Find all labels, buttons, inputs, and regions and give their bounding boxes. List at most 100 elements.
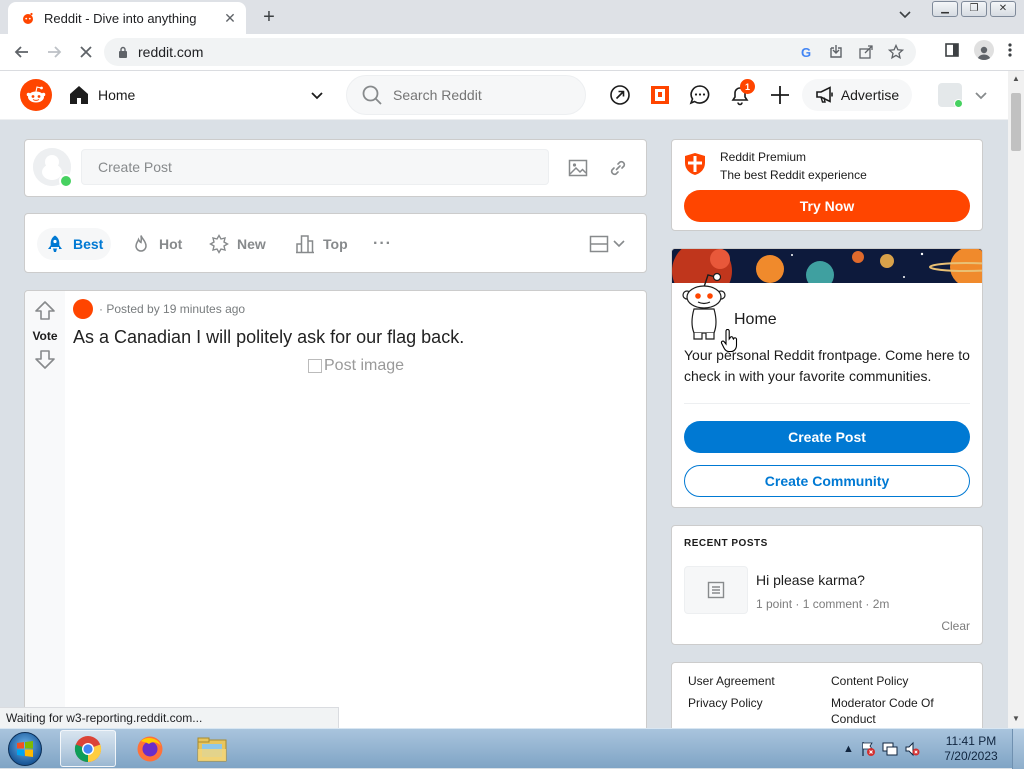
page-scrollbar[interactable]: ▲ ▼ — [1008, 71, 1024, 728]
premium-coin-icon — [651, 86, 669, 104]
network-icon[interactable] — [882, 741, 898, 757]
advertise-button[interactable]: Advertise — [802, 79, 912, 111]
upvote-arrow-icon[interactable] — [33, 299, 57, 323]
vote-column: Vote — [25, 291, 65, 728]
search-input[interactable] — [391, 86, 575, 104]
recent-post-title[interactable]: Hi please karma? — [756, 572, 865, 588]
taskbar-clock[interactable]: 11:41 PM 7/20/2023 — [936, 734, 1006, 764]
chrome-icon — [74, 735, 102, 762]
create-community-button[interactable]: Create Community — [684, 465, 970, 497]
privacy-policy-link[interactable]: Privacy Policy — [688, 695, 763, 711]
downvote-arrow-icon[interactable] — [33, 347, 57, 371]
tab-search-chevron-icon[interactable] — [895, 7, 915, 22]
online-status-dot — [59, 174, 73, 188]
tray-overflow-icon[interactable]: ▲ — [843, 743, 854, 755]
clear-recent-button[interactable]: Clear — [941, 619, 970, 633]
volume-muted-icon[interactable] — [904, 741, 920, 757]
rocket-icon — [48, 235, 62, 252]
reddit-header: Home 1 Advert — [0, 71, 1008, 120]
moderator-code-link[interactable]: Moderator Code Of Conduct — [831, 695, 961, 727]
show-desktop-button[interactable] — [1012, 729, 1024, 769]
windows-taskbar: ▲ 11:41 PM 7/20/2023 — [0, 728, 1024, 769]
google-icon[interactable]: G — [800, 45, 814, 59]
scrollbar-thumb[interactable] — [1011, 93, 1021, 151]
subreddit-icon[interactable] — [73, 299, 93, 319]
tab-close-icon[interactable]: ✕ — [222, 10, 238, 27]
view-layout-dropdown[interactable] — [581, 228, 641, 260]
sort-new[interactable]: New — [201, 228, 274, 260]
create-post-input[interactable]: Create Post — [81, 149, 549, 185]
user-agreement-link[interactable]: User Agreement — [688, 673, 775, 689]
chat-icon — [689, 85, 710, 105]
coins-button[interactable] — [644, 79, 676, 111]
footer-links-card: User Agreement Privacy Policy Content Po… — [671, 662, 983, 728]
sparkle-icon — [209, 234, 229, 254]
create-post-card: Create Post — [24, 139, 647, 197]
forward-button[interactable] — [42, 40, 66, 64]
create-post-plus-button[interactable] — [764, 79, 796, 111]
sort-hot[interactable]: Hot — [123, 228, 190, 260]
post-card[interactable]: Vote · Posted by 19 minutes ago As a Can… — [24, 290, 647, 728]
menu-dots-icon[interactable] — [1008, 42, 1012, 58]
create-post-button[interactable]: Create Post — [684, 421, 970, 453]
chat-button[interactable] — [684, 79, 716, 111]
share-icon[interactable] — [858, 44, 874, 60]
post-title[interactable]: As a Canadian I will politely ask for ou… — [73, 327, 464, 348]
scroll-up-arrow-icon[interactable]: ▲ — [1008, 74, 1024, 83]
recent-posts-card: RECENT POSTS Hi please karma? 1 point · … — [671, 525, 983, 645]
recent-post-thumbnail[interactable] — [684, 566, 748, 614]
tab-title: Reddit - Dive into anything — [44, 10, 197, 26]
scroll-down-arrow-icon[interactable]: ▼ — [1008, 714, 1024, 723]
search-bar[interactable] — [346, 75, 586, 115]
browser-tab[interactable]: Reddit - Dive into anything ✕ — [8, 2, 246, 34]
user-menu-dropdown[interactable] — [934, 79, 994, 111]
start-button[interactable] — [4, 731, 46, 767]
profile-avatar[interactable] — [974, 40, 994, 60]
hand-cursor-icon — [720, 329, 738, 353]
premium-subtitle: The best Reddit experience — [720, 168, 867, 182]
advertise-label: Advertise — [840, 87, 900, 103]
omnibox-actions: G — [800, 44, 904, 60]
side-panel-icon[interactable] — [944, 42, 960, 58]
sort-top[interactable]: Top — [287, 228, 356, 260]
user-avatar[interactable] — [33, 148, 73, 188]
popular-button[interactable] — [604, 79, 636, 111]
snoo-logo-icon — [26, 86, 46, 103]
bar-chart-icon — [296, 235, 314, 254]
content-policy-link[interactable]: Content Policy — [831, 673, 908, 689]
bookmark-star-icon[interactable] — [888, 44, 904, 60]
new-tab-button[interactable]: + — [258, 6, 280, 29]
taskbar-chrome[interactable] — [60, 730, 116, 767]
home-feed-dropdown[interactable]: Home — [68, 79, 324, 111]
stop-loading-button[interactable] — [74, 40, 98, 64]
text-post-icon — [707, 581, 725, 599]
sort-more-button[interactable]: ··· — [365, 228, 400, 260]
address-bar[interactable]: reddit.com G — [104, 38, 916, 66]
restore-button[interactable]: ❐ — [961, 1, 987, 17]
card-view-icon — [589, 235, 609, 253]
link-icon — [610, 160, 626, 176]
recent-posts-heading: RECENT POSTS — [684, 538, 768, 549]
post-image[interactable]: Post image — [308, 357, 404, 375]
search-icon — [362, 85, 382, 105]
post-image-alt: Post image — [324, 357, 405, 374]
minimize-button[interactable]: ▁ — [932, 1, 958, 17]
try-now-button[interactable]: Try Now — [684, 190, 970, 222]
close-window-button[interactable]: ✕ — [990, 1, 1016, 17]
broken-image-icon — [308, 359, 322, 373]
notifications-button[interactable]: 1 — [724, 79, 756, 111]
home-dropdown-label: Home — [98, 87, 136, 103]
plus-icon — [771, 86, 789, 104]
action-center-flag-icon[interactable] — [860, 741, 876, 757]
sort-top-label: Top — [323, 236, 348, 252]
sort-best[interactable]: Best — [37, 228, 112, 260]
taskbar-firefox[interactable] — [122, 730, 178, 767]
premium-card: Reddit Premium The best Reddit experienc… — [671, 139, 983, 231]
firefox-icon — [137, 736, 163, 761]
link-post-button[interactable] — [605, 155, 631, 181]
install-app-icon[interactable] — [828, 44, 844, 60]
reddit-logo[interactable] — [20, 79, 52, 111]
taskbar-file-explorer[interactable] — [184, 730, 240, 767]
back-button[interactable] — [10, 40, 34, 64]
image-upload-button[interactable] — [565, 155, 591, 181]
